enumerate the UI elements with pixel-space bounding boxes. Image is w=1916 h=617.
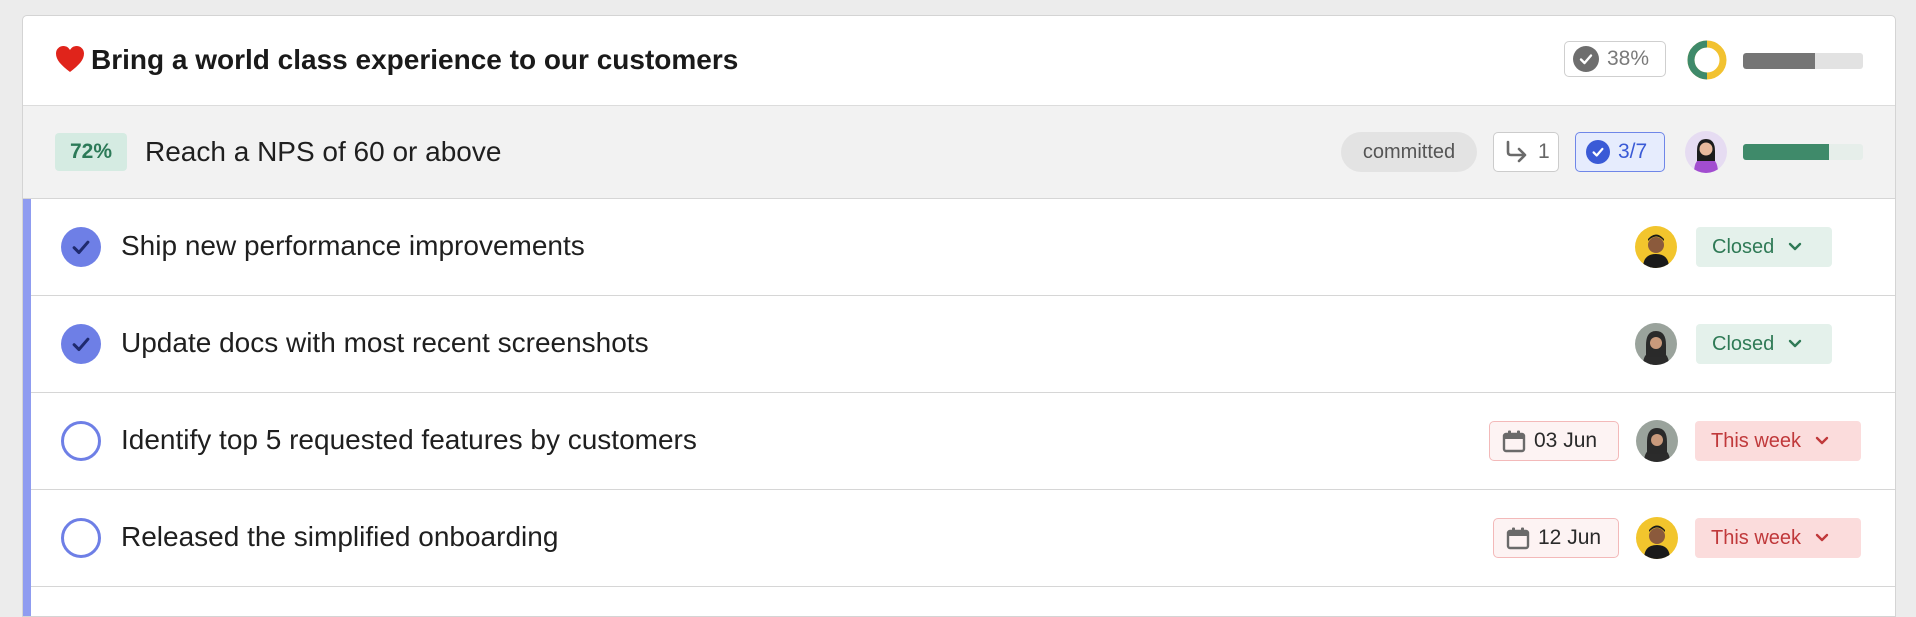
avatar[interactable]: [1636, 420, 1678, 462]
tasks-count: 3/7: [1618, 140, 1648, 163]
task-title[interactable]: Update docs with most recent screenshots: [121, 327, 649, 359]
task-checkbox[interactable]: [61, 227, 101, 267]
check-circle-icon: [1573, 46, 1599, 72]
key-result-title[interactable]: Reach a NPS of 60 or above: [145, 136, 501, 168]
task-list-accent: [23, 199, 31, 616]
chevron-down-icon: [1815, 533, 1829, 542]
task-state-label: Closed: [1712, 235, 1775, 258]
sub-arrow-icon: [1506, 140, 1527, 163]
objective-progress-label: 38%: [1607, 47, 1650, 70]
check-icon: [72, 240, 90, 255]
avatar[interactable]: [1635, 323, 1677, 365]
heart-icon: [56, 46, 84, 72]
tasks-chip[interactable]: 3/7: [1575, 132, 1665, 172]
due-date-label: 03 Jun: [1534, 429, 1598, 452]
task-state-dropdown[interactable]: This week: [1695, 421, 1861, 461]
task-state-label: This week: [1711, 429, 1802, 452]
subitems-count: 1: [1538, 140, 1550, 163]
key-result-progress-fill: [1743, 144, 1830, 160]
due-date-chip[interactable]: 03 Jun: [1489, 421, 1619, 461]
task-state-dropdown[interactable]: Closed: [1696, 227, 1832, 267]
task-title[interactable]: Released the simplified onboarding: [121, 521, 558, 553]
avatar[interactable]: [1685, 131, 1727, 173]
task-list: Ship new performance improvements Closed…: [23, 199, 1895, 616]
task-checkbox[interactable]: [61, 518, 101, 558]
chevron-down-icon: [1789, 242, 1802, 251]
chevron-down-icon: [1789, 339, 1802, 348]
task-row[interactable]: Released the simplified onboarding 12 Ju…: [31, 490, 1895, 587]
task-row[interactable]: Update docs with most recent screenshots…: [31, 296, 1895, 393]
chevron-down-icon: [1815, 436, 1829, 445]
task-title[interactable]: Ship new performance improvements: [121, 230, 585, 262]
task-state-dropdown[interactable]: This week: [1695, 518, 1861, 558]
task-state-label: Closed: [1712, 332, 1775, 355]
task-title[interactable]: Identify top 5 requested features by cus…: [121, 424, 697, 456]
avatar[interactable]: [1636, 517, 1678, 559]
calendar-icon: [1502, 430, 1526, 453]
task-row[interactable]: Identify top 5 requested features by cus…: [31, 393, 1895, 490]
due-date-chip[interactable]: 12 Jun: [1493, 518, 1619, 558]
objective-progress-chip[interactable]: 38%: [1564, 41, 1666, 77]
task-state-label: This week: [1711, 526, 1802, 549]
task-row[interactable]: Ship new performance improvements Closed: [31, 199, 1895, 296]
task-state-dropdown[interactable]: Closed: [1696, 324, 1832, 364]
avatar[interactable]: [1635, 226, 1677, 268]
task-checkbox[interactable]: [61, 421, 101, 461]
key-result-percent: 72%: [55, 133, 127, 171]
objective-card: Bring a world class experience to our cu…: [22, 15, 1896, 617]
key-result-row[interactable]: 72% Reach a NPS of 60 or above committed…: [23, 106, 1895, 199]
progress-donut-icon: [1687, 40, 1727, 80]
due-date-label: 12 Jun: [1538, 526, 1602, 549]
objective-progress-fill: [1743, 53, 1815, 69]
objective-progress-bar: [1743, 53, 1863, 69]
task-checkbox[interactable]: [61, 324, 101, 364]
calendar-icon: [1506, 527, 1530, 550]
check-circle-icon: [1586, 140, 1610, 164]
subitems-chip[interactable]: 1: [1493, 132, 1559, 172]
objective-header[interactable]: Bring a world class experience to our cu…: [23, 16, 1895, 106]
check-icon: [72, 337, 90, 352]
status-badge[interactable]: committed: [1341, 132, 1477, 172]
key-result-progress-bar: [1743, 144, 1863, 160]
objective-title[interactable]: Bring a world class experience to our cu…: [91, 44, 738, 76]
